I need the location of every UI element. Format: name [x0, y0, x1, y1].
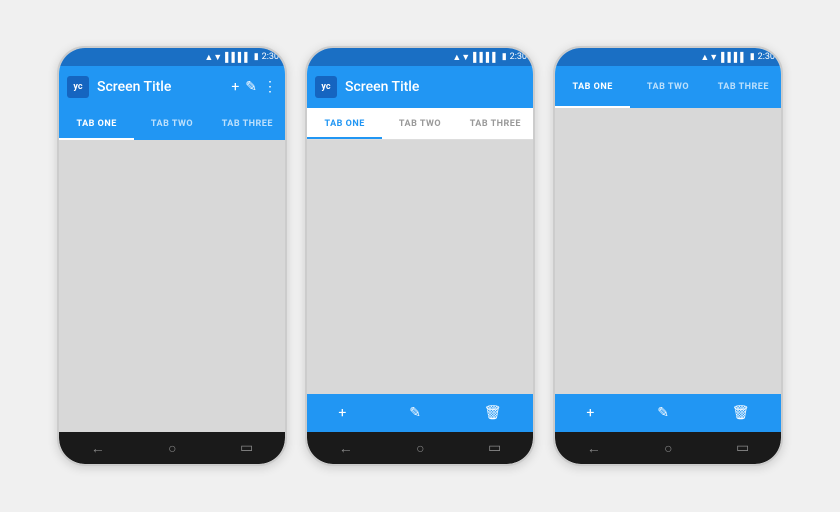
battery-icon-2: ▮ [502, 52, 507, 62]
time-1: 2:30 [262, 52, 279, 62]
status-bar-text-2: ▲▼ ▌▌▌▌ ▮ 2:30 [452, 52, 527, 63]
back-nav-3[interactable]: ← [587, 440, 601, 457]
edit-bottom-2[interactable]: ✎ [409, 405, 421, 421]
content-area-2 [307, 140, 533, 394]
signal-icon-2: ▌▌▌▌ [473, 52, 499, 63]
phone-2-wrapper: ▲▼ ▌▌▌▌ ▮ 2:30 yc Screen Title TAB ONE T… [305, 46, 535, 466]
recent-nav-3[interactable]: ▭ [736, 440, 749, 456]
recent-nav-1[interactable]: ▭ [240, 440, 253, 456]
phone-3: ▲▼ ▌▌▌▌ ▮ 2:30 TAB ONE TAB TWO TAB THREE… [553, 46, 783, 466]
tab-bar-2: TAB ONE TAB TWO TAB THREE [307, 108, 533, 140]
phone-1: ▲▼ ▌▌▌▌ ▮ 2:30 yc Screen Title + ✎ ⋮ TAB… [57, 46, 287, 466]
phone-3-wrapper: ▲▼ ▌▌▌▌ ▮ 2:30 TAB ONE TAB TWO TAB THREE… [553, 46, 783, 466]
edit-bottom-3[interactable]: ✎ [657, 405, 669, 421]
time-2: 2:30 [510, 52, 527, 62]
action-bar-1: yc Screen Title + ✎ ⋮ [59, 66, 285, 108]
tab-two-2[interactable]: TAB TWO [382, 108, 457, 139]
screen-title-2: Screen Title [345, 79, 525, 95]
action-bar-2: yc Screen Title [307, 66, 533, 108]
status-bar-1: ▲▼ ▌▌▌▌ ▮ 2:30 [59, 48, 285, 66]
bottom-bar-3: + ✎ 🗑 [555, 394, 781, 432]
wifi-icon-2: ▲▼ [452, 52, 470, 63]
tab-bar-1: TAB ONE TAB TWO TAB THREE [59, 108, 285, 140]
status-bar-3: ▲▼ ▌▌▌▌ ▮ 2:30 [555, 48, 781, 66]
screen-title-1: Screen Title [97, 79, 231, 95]
edit-icon-1[interactable]: ✎ [245, 79, 257, 95]
tab-one-2[interactable]: TAB ONE [307, 108, 382, 139]
tab-three-2[interactable]: TAB THREE [458, 108, 533, 139]
delete-bottom-3[interactable]: 🗑 [732, 405, 750, 421]
nav-bar-1: ← ○ ▭ [59, 432, 285, 464]
tab-three-1[interactable]: TAB THREE [210, 108, 285, 140]
add-bottom-3[interactable]: + [586, 405, 594, 421]
status-bar-2: ▲▼ ▌▌▌▌ ▮ 2:30 [307, 48, 533, 66]
status-bar-text-3: ▲▼ ▌▌▌▌ ▮ 2:30 [700, 52, 775, 63]
add-bottom-2[interactable]: + [338, 405, 346, 421]
wifi-icon-3: ▲▼ [700, 52, 718, 63]
status-bar-text-1: ▲▼ ▌▌▌▌ ▮ 2:30 [204, 52, 279, 63]
app-logo-2: yc [315, 76, 337, 98]
bottom-bar-2: + ✎ 🗑 [307, 394, 533, 432]
back-nav-2[interactable]: ← [339, 440, 353, 457]
tab-two-3[interactable]: TAB TWO [630, 66, 705, 108]
home-nav-3[interactable]: ○ [664, 440, 672, 457]
home-nav-1[interactable]: ○ [168, 440, 176, 457]
tab-bar-3: TAB ONE TAB TWO TAB THREE [555, 66, 781, 108]
tab-two-1[interactable]: TAB TWO [134, 108, 209, 140]
content-area-3 [555, 108, 781, 394]
home-nav-2[interactable]: ○ [416, 440, 424, 457]
app-logo-1: yc [67, 76, 89, 98]
recent-nav-2[interactable]: ▭ [488, 440, 501, 456]
tab-three-3[interactable]: TAB THREE [706, 66, 781, 108]
phone-1-wrapper: ▲▼ ▌▌▌▌ ▮ 2:30 yc Screen Title + ✎ ⋮ TAB… [57, 46, 287, 466]
add-icon-1[interactable]: + [231, 79, 239, 95]
signal-icon-1: ▌▌▌▌ [225, 52, 251, 63]
delete-bottom-2[interactable]: 🗑 [484, 405, 502, 421]
battery-icon-3: ▮ [750, 52, 755, 62]
wifi-icon-1: ▲▼ [204, 52, 222, 63]
action-icons-1: + ✎ ⋮ [231, 79, 277, 95]
time-3: 2:30 [758, 52, 775, 62]
signal-icon-3: ▌▌▌▌ [721, 52, 747, 63]
phone-2: ▲▼ ▌▌▌▌ ▮ 2:30 yc Screen Title TAB ONE T… [305, 46, 535, 466]
tab-one-1[interactable]: TAB ONE [59, 108, 134, 140]
more-icon-1[interactable]: ⋮ [263, 79, 277, 95]
tab-one-3[interactable]: TAB ONE [555, 66, 630, 108]
nav-bar-3: ← ○ ▭ [555, 432, 781, 464]
battery-icon-1: ▮ [254, 52, 259, 62]
back-nav-1[interactable]: ← [91, 440, 105, 457]
nav-bar-2: ← ○ ▭ [307, 432, 533, 464]
content-area-1 [59, 140, 285, 432]
